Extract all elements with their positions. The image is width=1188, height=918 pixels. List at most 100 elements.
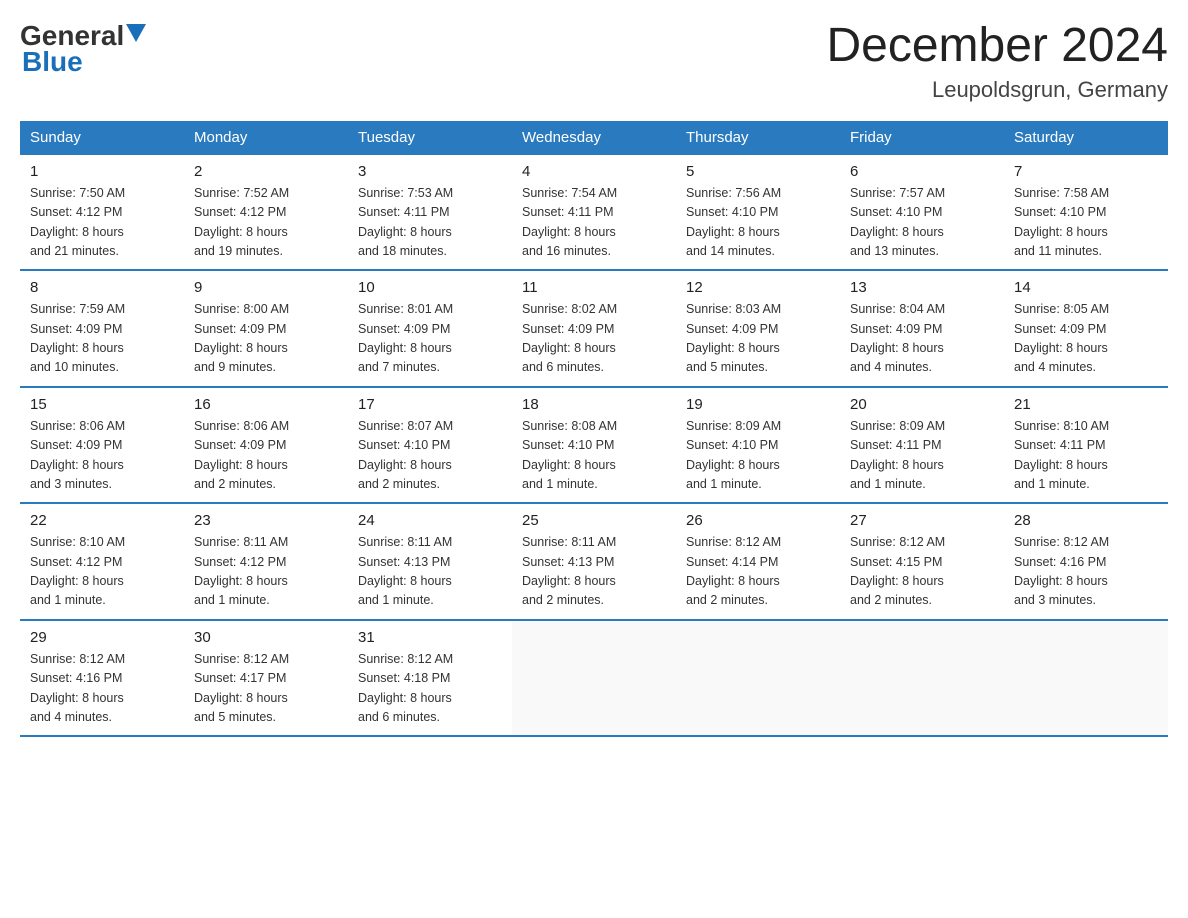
day-number: 14: [1014, 279, 1158, 296]
table-row: 24 Sunrise: 8:11 AMSunset: 4:13 PMDaylig…: [348, 503, 512, 620]
day-info: Sunrise: 7:53 AMSunset: 4:11 PMDaylight:…: [358, 186, 453, 258]
day-info: Sunrise: 7:54 AMSunset: 4:11 PMDaylight:…: [522, 186, 617, 258]
week-row-2: 8 Sunrise: 7:59 AMSunset: 4:09 PMDayligh…: [20, 270, 1168, 387]
table-row: 31 Sunrise: 8:12 AMSunset: 4:18 PMDaylig…: [348, 620, 512, 737]
table-row: 16 Sunrise: 8:06 AMSunset: 4:09 PMDaylig…: [184, 387, 348, 504]
day-info: Sunrise: 7:52 AMSunset: 4:12 PMDaylight:…: [194, 186, 289, 258]
day-info: Sunrise: 8:12 AMSunset: 4:18 PMDaylight:…: [358, 652, 453, 724]
day-number: 13: [850, 279, 994, 296]
week-row-5: 29 Sunrise: 8:12 AMSunset: 4:16 PMDaylig…: [20, 620, 1168, 737]
table-row: 15 Sunrise: 8:06 AMSunset: 4:09 PMDaylig…: [20, 387, 184, 504]
day-number: 1: [30, 163, 174, 180]
table-row: [840, 620, 1004, 737]
day-info: Sunrise: 8:12 AMSunset: 4:17 PMDaylight:…: [194, 652, 289, 724]
day-number: 21: [1014, 396, 1158, 413]
table-row: 14 Sunrise: 8:05 AMSunset: 4:09 PMDaylig…: [1004, 270, 1168, 387]
calendar-table: Sunday Monday Tuesday Wednesday Thursday…: [20, 121, 1168, 738]
col-wednesday: Wednesday: [512, 121, 676, 155]
day-number: 23: [194, 512, 338, 529]
table-row: 12 Sunrise: 8:03 AMSunset: 4:09 PMDaylig…: [676, 270, 840, 387]
day-number: 16: [194, 396, 338, 413]
col-tuesday: Tuesday: [348, 121, 512, 155]
month-title: December 2024: [826, 20, 1168, 73]
day-number: 5: [686, 163, 830, 180]
day-number: 9: [194, 279, 338, 296]
table-row: 4 Sunrise: 7:54 AMSunset: 4:11 PMDayligh…: [512, 154, 676, 270]
logo-blue-text: Blue: [22, 46, 83, 78]
day-number: 18: [522, 396, 666, 413]
day-number: 28: [1014, 512, 1158, 529]
table-row: 3 Sunrise: 7:53 AMSunset: 4:11 PMDayligh…: [348, 154, 512, 270]
day-info: Sunrise: 8:10 AMSunset: 4:11 PMDaylight:…: [1014, 419, 1109, 491]
table-row: 27 Sunrise: 8:12 AMSunset: 4:15 PMDaylig…: [840, 503, 1004, 620]
day-info: Sunrise: 8:12 AMSunset: 4:15 PMDaylight:…: [850, 535, 945, 607]
day-number: 8: [30, 279, 174, 296]
week-row-4: 22 Sunrise: 8:10 AMSunset: 4:12 PMDaylig…: [20, 503, 1168, 620]
day-number: 24: [358, 512, 502, 529]
day-number: 2: [194, 163, 338, 180]
day-number: 30: [194, 629, 338, 646]
day-number: 6: [850, 163, 994, 180]
table-row: 6 Sunrise: 7:57 AMSunset: 4:10 PMDayligh…: [840, 154, 1004, 270]
day-number: 3: [358, 163, 502, 180]
table-row: 22 Sunrise: 8:10 AMSunset: 4:12 PMDaylig…: [20, 503, 184, 620]
table-row: 18 Sunrise: 8:08 AMSunset: 4:10 PMDaylig…: [512, 387, 676, 504]
table-row: 21 Sunrise: 8:10 AMSunset: 4:11 PMDaylig…: [1004, 387, 1168, 504]
table-row: 7 Sunrise: 7:58 AMSunset: 4:10 PMDayligh…: [1004, 154, 1168, 270]
day-number: 29: [30, 629, 174, 646]
day-number: 7: [1014, 163, 1158, 180]
table-row: 11 Sunrise: 8:02 AMSunset: 4:09 PMDaylig…: [512, 270, 676, 387]
day-number: 20: [850, 396, 994, 413]
day-number: 10: [358, 279, 502, 296]
day-info: Sunrise: 8:12 AMSunset: 4:14 PMDaylight:…: [686, 535, 781, 607]
day-number: 12: [686, 279, 830, 296]
day-info: Sunrise: 8:12 AMSunset: 4:16 PMDaylight:…: [30, 652, 125, 724]
table-row: 29 Sunrise: 8:12 AMSunset: 4:16 PMDaylig…: [20, 620, 184, 737]
day-info: Sunrise: 8:06 AMSunset: 4:09 PMDaylight:…: [194, 419, 289, 491]
day-info: Sunrise: 8:09 AMSunset: 4:10 PMDaylight:…: [686, 419, 781, 491]
day-info: Sunrise: 8:02 AMSunset: 4:09 PMDaylight:…: [522, 302, 617, 374]
table-row: [676, 620, 840, 737]
week-row-3: 15 Sunrise: 8:06 AMSunset: 4:09 PMDaylig…: [20, 387, 1168, 504]
day-info: Sunrise: 8:11 AMSunset: 4:13 PMDaylight:…: [358, 535, 452, 607]
day-number: 17: [358, 396, 502, 413]
day-number: 19: [686, 396, 830, 413]
day-number: 25: [522, 512, 666, 529]
day-info: Sunrise: 7:50 AMSunset: 4:12 PMDaylight:…: [30, 186, 125, 258]
table-row: 20 Sunrise: 8:09 AMSunset: 4:11 PMDaylig…: [840, 387, 1004, 504]
day-info: Sunrise: 8:03 AMSunset: 4:09 PMDaylight:…: [686, 302, 781, 374]
table-row: 9 Sunrise: 8:00 AMSunset: 4:09 PMDayligh…: [184, 270, 348, 387]
location-subtitle: Leupoldsgrun, Germany: [826, 77, 1168, 103]
day-info: Sunrise: 8:05 AMSunset: 4:09 PMDaylight:…: [1014, 302, 1109, 374]
day-info: Sunrise: 8:00 AMSunset: 4:09 PMDaylight:…: [194, 302, 289, 374]
table-row: 26 Sunrise: 8:12 AMSunset: 4:14 PMDaylig…: [676, 503, 840, 620]
col-sunday: Sunday: [20, 121, 184, 155]
table-row: [512, 620, 676, 737]
day-info: Sunrise: 8:11 AMSunset: 4:12 PMDaylight:…: [194, 535, 288, 607]
day-info: Sunrise: 7:59 AMSunset: 4:09 PMDaylight:…: [30, 302, 125, 374]
col-monday: Monday: [184, 121, 348, 155]
table-row: 25 Sunrise: 8:11 AMSunset: 4:13 PMDaylig…: [512, 503, 676, 620]
day-number: 26: [686, 512, 830, 529]
day-info: Sunrise: 8:01 AMSunset: 4:09 PMDaylight:…: [358, 302, 453, 374]
table-row: 8 Sunrise: 7:59 AMSunset: 4:09 PMDayligh…: [20, 270, 184, 387]
weekday-header-row: Sunday Monday Tuesday Wednesday Thursday…: [20, 121, 1168, 155]
table-row: 1 Sunrise: 7:50 AMSunset: 4:12 PMDayligh…: [20, 154, 184, 270]
table-row: 19 Sunrise: 8:09 AMSunset: 4:10 PMDaylig…: [676, 387, 840, 504]
day-info: Sunrise: 8:12 AMSunset: 4:16 PMDaylight:…: [1014, 535, 1109, 607]
day-number: 11: [522, 279, 666, 296]
table-row: 5 Sunrise: 7:56 AMSunset: 4:10 PMDayligh…: [676, 154, 840, 270]
title-section: December 2024 Leupoldsgrun, Germany: [826, 20, 1168, 103]
day-number: 27: [850, 512, 994, 529]
day-info: Sunrise: 8:06 AMSunset: 4:09 PMDaylight:…: [30, 419, 125, 491]
table-row: 10 Sunrise: 8:01 AMSunset: 4:09 PMDaylig…: [348, 270, 512, 387]
col-friday: Friday: [840, 121, 1004, 155]
day-info: Sunrise: 7:56 AMSunset: 4:10 PMDaylight:…: [686, 186, 781, 258]
day-info: Sunrise: 8:11 AMSunset: 4:13 PMDaylight:…: [522, 535, 616, 607]
table-row: 28 Sunrise: 8:12 AMSunset: 4:16 PMDaylig…: [1004, 503, 1168, 620]
page-header: General Blue December 2024 Leupoldsgrun,…: [20, 20, 1168, 103]
col-thursday: Thursday: [676, 121, 840, 155]
day-info: Sunrise: 8:04 AMSunset: 4:09 PMDaylight:…: [850, 302, 945, 374]
week-row-1: 1 Sunrise: 7:50 AMSunset: 4:12 PMDayligh…: [20, 154, 1168, 270]
day-info: Sunrise: 8:09 AMSunset: 4:11 PMDaylight:…: [850, 419, 945, 491]
